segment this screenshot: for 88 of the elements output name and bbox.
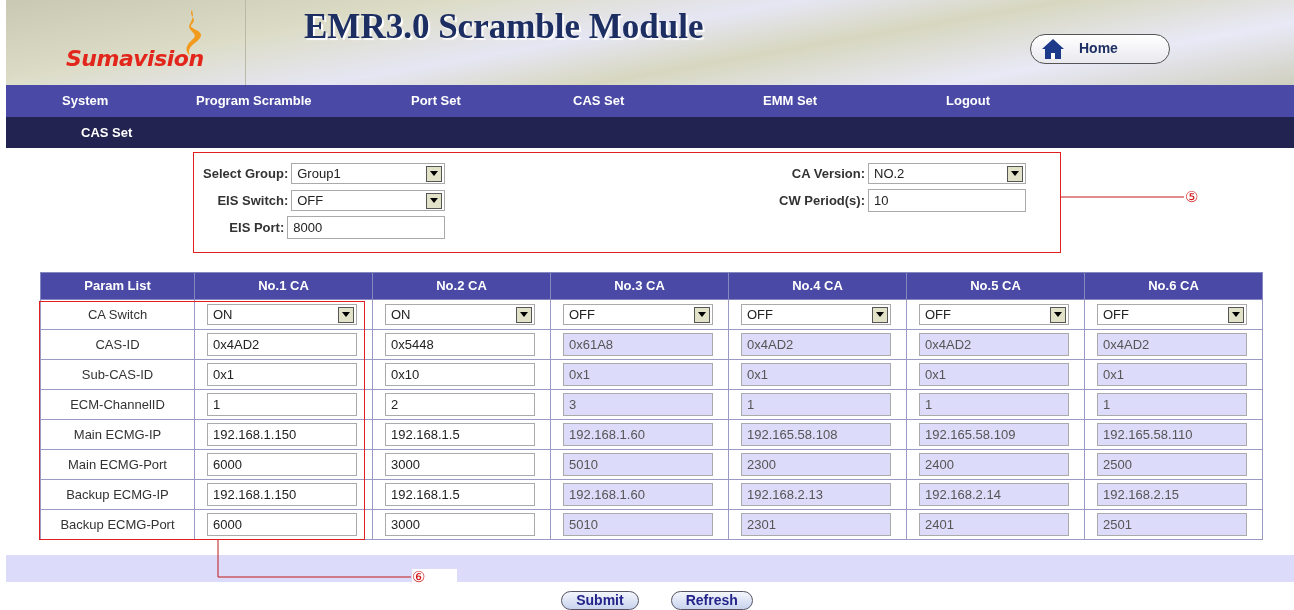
input-field: 0x4AD2 <box>1097 333 1247 356</box>
page-title: EMR3.0 Scramble Module <box>304 6 704 49</box>
field-label: CA Version: <box>791 164 865 183</box>
input-field: 2500 <box>1097 453 1247 476</box>
field-label: EIS Port: <box>229 218 285 237</box>
field-label: CW Period(s): <box>779 191 865 210</box>
input-field[interactable]: 0x1 <box>207 363 357 386</box>
callout-number: ⑤ <box>1185 189 1198 204</box>
input-field: 0x1 <box>741 363 891 386</box>
input-field: 2300 <box>741 453 891 476</box>
input-field: 2401 <box>919 513 1069 536</box>
input-field[interactable]: 1 <box>207 393 357 416</box>
input-field: 192.165.58.109 <box>919 423 1069 446</box>
select-field[interactable]: ON <box>207 304 357 325</box>
input-field[interactable]: 192.168.1.150 <box>207 483 357 506</box>
input-field: 0x1 <box>919 363 1069 386</box>
subnav-label: CAS Set <box>81 123 133 142</box>
input-field: 192.165.58.108 <box>741 423 891 446</box>
field-label: Select Group: <box>203 164 289 183</box>
input-field: 1 <box>1097 393 1247 416</box>
nav-link[interactable]: Port Set <box>411 91 573 111</box>
input-field: 192.168.2.15 <box>1097 483 1247 506</box>
nav-link[interactable]: EMM Set <box>763 91 946 111</box>
input-field[interactable]: 192.168.1.5 <box>385 483 535 506</box>
input-field[interactable]: 0x4AD2 <box>207 333 357 356</box>
select-field[interactable]: OFF <box>741 304 891 325</box>
column-header: Param List <box>40 272 195 300</box>
column-header: No.4 CA <box>728 272 907 300</box>
param-name: Sub-CAS-ID <box>40 359 195 390</box>
select-field[interactable]: OFF <box>1097 304 1247 325</box>
input-field: 2400 <box>919 453 1069 476</box>
param-name: ECM-ChannelID <box>40 389 195 420</box>
input-field: 2501 <box>1097 513 1247 536</box>
input-field[interactable]: 10 <box>868 189 1026 212</box>
input-field: 192.168.1.60 <box>563 483 713 506</box>
action-button[interactable]: Submit <box>561 591 639 610</box>
input-field[interactable]: 6000 <box>207 453 357 476</box>
select-field[interactable]: OFF <box>563 304 713 325</box>
input-field: 192.168.2.13 <box>741 483 891 506</box>
input-field[interactable]: 8000 <box>287 216 446 239</box>
input-field: 0x1 <box>1097 363 1247 386</box>
param-name: CAS-ID <box>40 329 195 360</box>
input-field[interactable]: 0x5448 <box>385 333 535 356</box>
field-label: EIS Switch: <box>217 191 289 210</box>
input-field: 5010 <box>563 453 713 476</box>
callout-number: ⑥ <box>412 569 457 586</box>
param-name: Main ECMG-Port <box>40 449 195 480</box>
select-field[interactable]: ON <box>385 304 535 325</box>
select-field[interactable]: OFF <box>919 304 1069 325</box>
input-field[interactable]: 3000 <box>385 513 535 536</box>
input-field: 1 <box>741 393 891 416</box>
nav-link[interactable]: Program Scramble <box>196 91 411 111</box>
column-header: No.2 CA <box>372 272 551 300</box>
input-field: 0x1 <box>563 363 713 386</box>
input-field: 1 <box>919 393 1069 416</box>
select-field[interactable]: NO.2 <box>868 163 1026 184</box>
input-field[interactable]: 2 <box>385 393 535 416</box>
param-name: Backup ECMG-IP <box>40 479 195 510</box>
input-field[interactable]: 192.168.1.150 <box>207 423 357 446</box>
input-field: 192.168.1.60 <box>563 423 713 446</box>
input-field[interactable]: 6000 <box>207 513 357 536</box>
input-field: 3 <box>563 393 713 416</box>
input-field: 5010 <box>563 513 713 536</box>
input-field[interactable]: 192.168.1.5 <box>385 423 535 446</box>
select-field[interactable]: OFF <box>291 190 446 211</box>
input-field: 192.168.2.14 <box>919 483 1069 506</box>
input-field: 0x61A8 <box>563 333 713 356</box>
column-header: No.5 CA <box>906 272 1085 300</box>
param-name: Backup ECMG-Port <box>40 509 195 540</box>
param-name: CA Switch <box>40 299 195 330</box>
param-name: Main ECMG-IP <box>40 419 195 450</box>
input-field: 192.165.58.110 <box>1097 423 1247 446</box>
input-field: 0x4AD2 <box>741 333 891 356</box>
nav-link[interactable]: CAS Set <box>573 91 763 111</box>
input-field[interactable]: 0x10 <box>385 363 535 386</box>
action-button[interactable]: Refresh <box>670 591 753 610</box>
select-field[interactable]: Group1 <box>291 163 446 184</box>
column-header: No.3 CA <box>550 272 729 300</box>
home-icon <box>1041 37 1065 60</box>
input-field[interactable]: 3000 <box>385 453 535 476</box>
input-field: 0x4AD2 <box>919 333 1069 356</box>
logo-text: Sumavision <box>66 45 204 73</box>
input-field: 2301 <box>741 513 891 536</box>
home-button[interactable]: Home <box>1030 33 1170 64</box>
column-header: No.6 CA <box>1084 272 1263 300</box>
column-header: No.1 CA <box>194 272 373 300</box>
nav-link[interactable]: Logout <box>946 91 1066 111</box>
nav-link[interactable]: System <box>62 91 196 111</box>
